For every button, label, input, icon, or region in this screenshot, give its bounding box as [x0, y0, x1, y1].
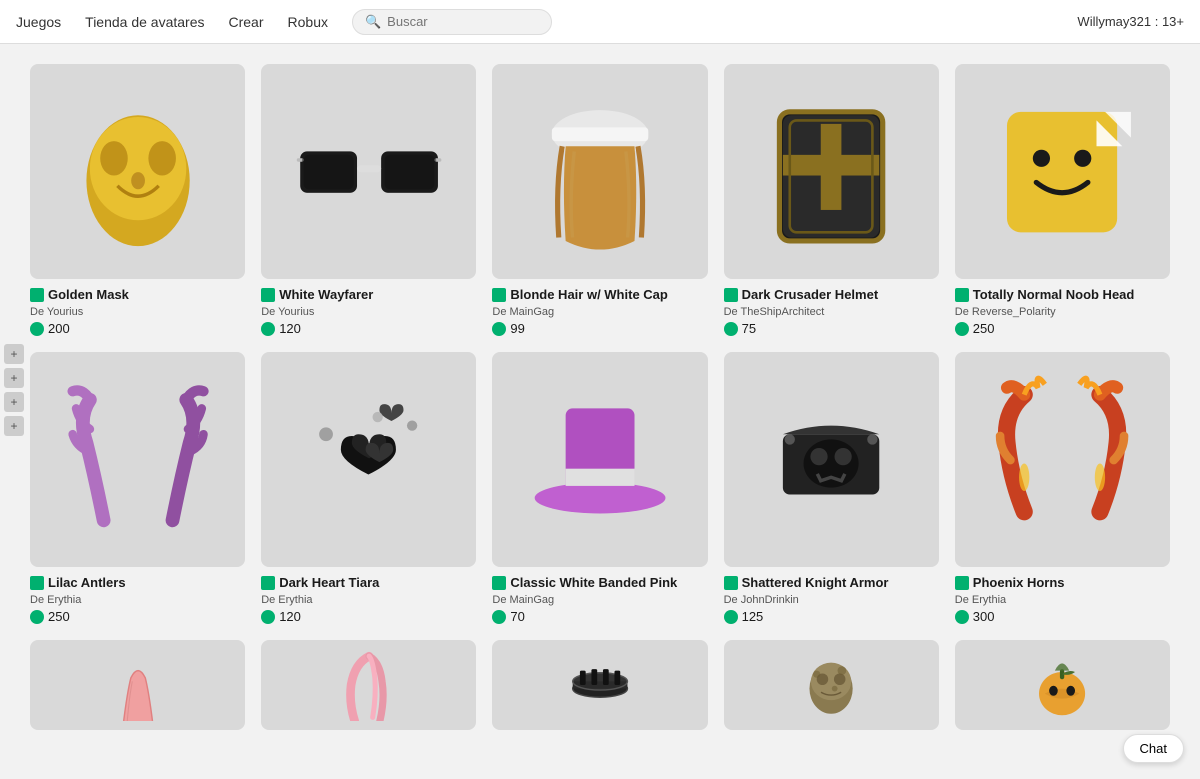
black-ring-image: [514, 649, 686, 721]
roblox-badge-icon: [30, 576, 44, 590]
classic-hat-image: [514, 374, 686, 546]
item-price-shattered-knight: 125: [724, 609, 939, 624]
golden-mask-image: [52, 86, 224, 258]
robux-icon: [492, 610, 506, 624]
item-name-dark-crusader: Dark Crusader Helmet: [724, 287, 939, 304]
military-skull-image: [745, 649, 917, 721]
robux-icon: [30, 322, 44, 336]
item-name-lilac-antlers: Lilac Antlers: [30, 575, 245, 592]
roblox-badge-icon: [955, 288, 969, 302]
side-icon-3[interactable]: +: [4, 392, 24, 412]
item-creator-classic-hat: De MainGag: [492, 594, 707, 606]
search-icon: 🔍: [365, 14, 381, 30]
item-name-phoenix-horns: Phoenix Horns: [955, 575, 1170, 592]
item-dark-crusader[interactable]: Dark Crusader Helmet De TheShipArchitect…: [724, 64, 939, 336]
blonde-hair-image: [514, 86, 686, 258]
item-price-white-wayfarer: 120: [261, 321, 476, 336]
item-golden-mask[interactable]: Golden Mask De Yourius 200: [30, 64, 245, 336]
roblox-badge-icon: [724, 576, 738, 590]
item-creator-shattered-knight: De JohnDrinkin: [724, 594, 939, 606]
item-name-shattered-knight: Shattered Knight Armor: [724, 575, 939, 592]
item-dark-heart[interactable]: Dark Heart Tiara De Erythia 120: [261, 352, 476, 624]
item-creator-blonde-hair: De MainGag: [492, 306, 707, 318]
robux-icon: [955, 610, 969, 624]
robux-icon: [30, 610, 44, 624]
roblox-badge-icon: [30, 288, 44, 302]
lilac-antlers-image: [52, 374, 224, 546]
pumpkin-head-image: [976, 649, 1148, 721]
robux-icon: [492, 322, 506, 336]
roblox-badge-icon: [955, 576, 969, 590]
item-black-ring[interactable]: [492, 640, 707, 738]
item-creator-golden-mask: De Yourius: [30, 306, 245, 318]
user-info: Willymay321 : 13+: [1077, 14, 1184, 29]
item-creator-phoenix-horns: De Erythia: [955, 594, 1170, 606]
item-lilac-antlers[interactable]: Lilac Antlers De Erythia 250: [30, 352, 245, 624]
item-name-classic-hat: Classic White Banded Pink: [492, 575, 707, 592]
robux-icon: [724, 322, 738, 336]
item-pink-cloth[interactable]: [30, 640, 245, 738]
robux-icon: [261, 610, 275, 624]
pink-hair2-image: [283, 649, 455, 721]
chat-button[interactable]: Chat: [1123, 734, 1184, 763]
nav-juegos[interactable]: Juegos: [16, 10, 61, 34]
item-noob-head[interactable]: Totally Normal Noob Head De Reverse_Pola…: [955, 64, 1170, 336]
item-creator-white-wayfarer: De Yourius: [261, 306, 476, 318]
item-price-lilac-antlers: 250: [30, 609, 245, 624]
item-military-skull[interactable]: [724, 640, 939, 738]
item-blonde-hair[interactable]: Blonde Hair w/ White Cap De MainGag 99: [492, 64, 707, 336]
roblox-badge-icon: [724, 288, 738, 302]
nav-robux[interactable]: Robux: [288, 10, 328, 34]
side-icon-4[interactable]: +: [4, 416, 24, 436]
item-creator-lilac-antlers: De Erythia: [30, 594, 245, 606]
item-classic-hat[interactable]: Classic White Banded Pink De MainGag 70: [492, 352, 707, 624]
item-white-wayfarer[interactable]: White Wayfarer De Yourius 120: [261, 64, 476, 336]
white-wayfarer-image: [283, 86, 455, 258]
item-name-blonde-hair: Blonde Hair w/ White Cap: [492, 287, 707, 304]
item-price-phoenix-horns: 300: [955, 609, 1170, 624]
item-name-noob-head: Totally Normal Noob Head: [955, 287, 1170, 304]
robux-icon: [261, 322, 275, 336]
roblox-badge-icon: [492, 288, 506, 302]
pink-cloth-image: [52, 649, 224, 721]
main-content: Golden Mask De Yourius 200: [0, 44, 1200, 779]
item-pink-hair2[interactable]: [261, 640, 476, 738]
item-pumpkin-head[interactable]: [955, 640, 1170, 738]
side-icons: + + + +: [0, 340, 28, 440]
search-input[interactable]: [387, 14, 539, 29]
search-bar[interactable]: 🔍: [352, 9, 552, 35]
item-price-noob-head: 250: [955, 321, 1170, 336]
item-name-white-wayfarer: White Wayfarer: [261, 287, 476, 304]
item-price-blonde-hair: 99: [492, 321, 707, 336]
roblox-badge-icon: [492, 576, 506, 590]
items-grid: Golden Mask De Yourius 200: [30, 64, 1170, 738]
shattered-knight-image: [745, 374, 917, 546]
navbar: Juegos Tienda de avatares Crear Robux 🔍 …: [0, 0, 1200, 44]
nav-tienda[interactable]: Tienda de avatares: [85, 10, 204, 34]
phoenix-horns-image: [976, 374, 1148, 546]
item-name-golden-mask: Golden Mask: [30, 287, 245, 304]
item-creator-dark-crusader: De TheShipArchitect: [724, 306, 939, 318]
robux-icon: [724, 610, 738, 624]
roblox-badge-icon: [261, 576, 275, 590]
item-phoenix-horns[interactable]: Phoenix Horns De Erythia 300: [955, 352, 1170, 624]
item-price-classic-hat: 70: [492, 609, 707, 624]
noob-head-image: [976, 86, 1148, 258]
item-name-dark-heart: Dark Heart Tiara: [261, 575, 476, 592]
side-icon-1[interactable]: +: [4, 344, 24, 364]
dark-heart-tiara-image: [283, 374, 455, 546]
side-icon-2[interactable]: +: [4, 368, 24, 388]
item-price-golden-mask: 200: [30, 321, 245, 336]
item-price-dark-heart: 120: [261, 609, 476, 624]
roblox-badge-icon: [261, 288, 275, 302]
robux-icon: [955, 322, 969, 336]
item-price-dark-crusader: 75: [724, 321, 939, 336]
item-creator-dark-heart: De Erythia: [261, 594, 476, 606]
dark-crusader-image: [745, 86, 917, 258]
nav-crear[interactable]: Crear: [229, 10, 264, 34]
item-shattered-knight[interactable]: Shattered Knight Armor De JohnDrinkin 12…: [724, 352, 939, 624]
item-creator-noob-head: De Reverse_Polarity: [955, 306, 1170, 318]
